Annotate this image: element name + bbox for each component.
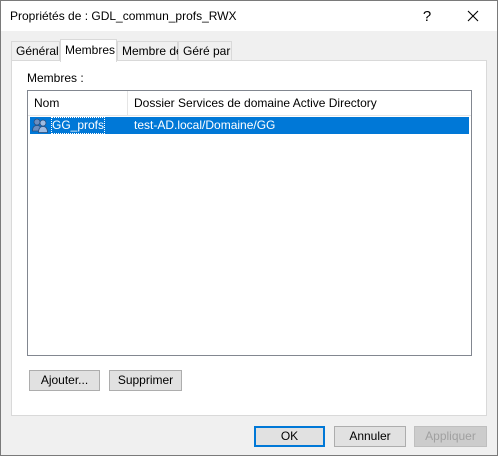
column-header-nom[interactable]: Nom [34, 91, 124, 115]
tab-general[interactable]: Général [11, 41, 60, 60]
member-name: GG_profs [51, 117, 106, 134]
add-button[interactable]: Ajouter... [29, 370, 100, 391]
list-header: Nom Dossier Services de domaine Active D… [28, 91, 471, 116]
window-title: Propriétés de : GDL_commun_profs_RWX [10, 9, 237, 23]
help-label: ? [422, 7, 432, 25]
properties-dialog: Propriétés de : GDL_commun_profs_RWX ? G… [0, 0, 498, 456]
close-button[interactable] [451, 1, 495, 31]
close-icon [467, 10, 479, 22]
title-bar: Propriétés de : GDL_commun_profs_RWX ? [1, 1, 497, 31]
list-item[interactable]: GG_profs test-AD.local/Domaine/GG [30, 117, 469, 134]
apply-button[interactable]: Appliquer [414, 426, 487, 447]
remove-button[interactable]: Supprimer [109, 370, 182, 391]
group-icon [32, 117, 50, 134]
help-button[interactable]: ? [405, 1, 449, 31]
members-list[interactable]: Nom Dossier Services de domaine Active D… [27, 90, 472, 356]
column-separator[interactable] [127, 91, 128, 115]
cancel-button[interactable]: Annuler [334, 426, 406, 447]
members-label: Membres : [27, 71, 84, 85]
tab-panel-membres: Membres : Nom Dossier Services de domain… [11, 60, 487, 416]
tab-gere-par[interactable]: Géré par [178, 41, 232, 60]
member-folder: test-AD.local/Domaine/GG [134, 118, 276, 132]
tab-membres[interactable]: Membres [60, 39, 117, 62]
column-header-dossier[interactable]: Dossier Services de domaine Active Direc… [134, 91, 377, 115]
ok-button[interactable]: OK [254, 426, 325, 447]
tab-membre-de[interactable]: Membre de [117, 41, 183, 60]
